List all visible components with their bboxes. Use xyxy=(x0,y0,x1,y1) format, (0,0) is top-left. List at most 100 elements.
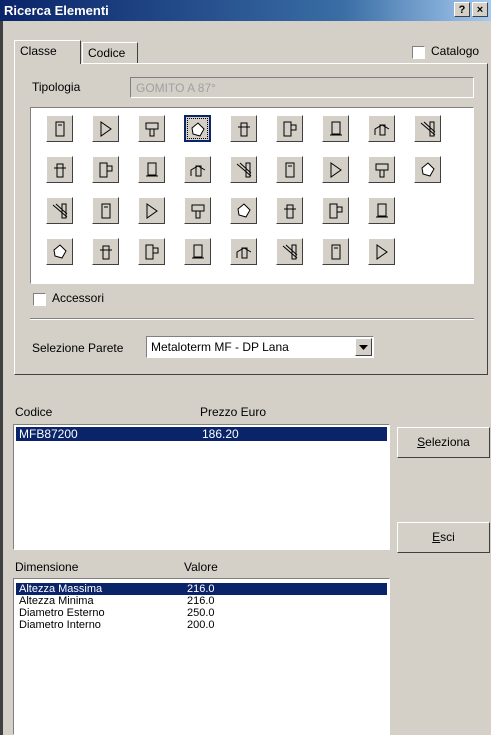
window-title: Ricerca Elementi xyxy=(4,3,109,18)
seleziona-button[interactable]: Seleziona xyxy=(397,427,490,458)
icon-button[interactable] xyxy=(368,238,395,265)
icon-button[interactable] xyxy=(92,115,119,142)
cap-round-icon xyxy=(53,163,66,178)
sensor-element-icon xyxy=(331,244,340,260)
floor-plate-icon xyxy=(101,203,110,219)
codes-listbox[interactable]: MFB87200 186.20 xyxy=(13,424,390,550)
chevron-down-icon xyxy=(359,345,368,350)
access-door-icon xyxy=(375,163,388,178)
icon-button[interactable] xyxy=(46,197,73,224)
icon-button[interactable] xyxy=(414,115,441,142)
table-row[interactable]: MFB87200 186.20 xyxy=(16,427,387,441)
icon-button[interactable] xyxy=(46,156,73,183)
icon-button[interactable] xyxy=(322,197,349,224)
icon-button[interactable] xyxy=(138,156,165,183)
rain-cap-icon xyxy=(283,204,296,219)
selezione-parete-label: Selezione Parete xyxy=(32,341,124,355)
help-icon: ? xyxy=(458,4,466,16)
tipologia-value: GOMITO A 87° xyxy=(136,81,216,95)
icon-button[interactable] xyxy=(322,156,349,183)
tab-classe-label: Classe xyxy=(20,44,57,58)
base-support-icon xyxy=(236,162,251,178)
wall-bracket-icon xyxy=(145,122,158,137)
pipe-straight-icon xyxy=(55,121,64,137)
icon-button[interactable] xyxy=(184,115,211,142)
tipologia-label: Tipologia xyxy=(32,80,81,94)
icon-button[interactable] xyxy=(414,156,441,183)
reducer-icon xyxy=(236,247,251,259)
table-row[interactable]: Altezza Massima 216.0 xyxy=(16,583,387,595)
elbow-87-icon xyxy=(190,122,205,137)
dimensione-cell: Diametro Esterno xyxy=(19,607,105,619)
esci-label: sci xyxy=(440,530,455,544)
elbow-15-icon xyxy=(145,244,158,260)
icon-button[interactable] xyxy=(138,115,165,142)
title-bar: Ricerca Elementi ? × xyxy=(0,0,491,21)
icon-button[interactable] xyxy=(322,115,349,142)
dimensione-cell: Diametro Interno xyxy=(19,619,101,631)
condensate-elbow-icon xyxy=(146,203,158,219)
table-row[interactable]: Diametro Esterno 250.0 xyxy=(16,607,387,619)
drain-cup-icon xyxy=(145,162,158,177)
codice-header: Codice xyxy=(15,405,53,419)
icon-button[interactable] xyxy=(46,238,73,265)
seleziona-label: eleziona xyxy=(425,435,470,449)
selezione-parete-select[interactable]: Metaloterm MF - DP Lana xyxy=(146,336,374,358)
tab-codice[interactable]: Codice xyxy=(82,42,138,64)
icon-button[interactable] xyxy=(368,115,395,142)
esci-mnemonic: E xyxy=(432,530,441,544)
tab-classe[interactable]: Classe xyxy=(14,40,81,64)
catalogo-checkbox[interactable] xyxy=(412,46,425,59)
inspection-element-icon xyxy=(329,121,342,136)
dropdown-button[interactable] xyxy=(355,338,372,356)
dimensione-cell: Altezza Massima xyxy=(19,583,103,595)
valore-header: Valore xyxy=(184,560,218,574)
icon-button[interactable] xyxy=(230,156,257,183)
icon-button[interactable] xyxy=(230,115,257,142)
icon-button[interactable] xyxy=(230,238,257,265)
accessori-checkbox[interactable] xyxy=(33,293,46,306)
pipe-length-icon xyxy=(52,244,67,259)
valore-cell: 216.0 xyxy=(187,595,215,607)
icon-button[interactable] xyxy=(184,156,211,183)
icon-button[interactable] xyxy=(138,238,165,265)
tab-codice-label: Codice xyxy=(88,46,126,60)
table-row[interactable]: Diametro Interno 200.0 xyxy=(16,619,387,631)
icon-button[interactable] xyxy=(92,238,119,265)
round-inspection-icon xyxy=(375,203,388,218)
wall-crossing-icon xyxy=(282,244,297,260)
icon-button[interactable] xyxy=(276,197,303,224)
icon-button[interactable] xyxy=(92,156,119,183)
prezzo-cell: 186.20 xyxy=(202,427,239,441)
close-button[interactable]: × xyxy=(472,2,488,17)
adapter-icon xyxy=(191,244,204,259)
icon-button[interactable] xyxy=(276,115,303,142)
floor-ring-icon xyxy=(329,203,342,219)
icon-button[interactable] xyxy=(322,238,349,265)
icon-button[interactable] xyxy=(276,156,303,183)
tipologia-field: GOMITO A 87° xyxy=(130,77,474,98)
separator xyxy=(30,318,474,320)
icon-button[interactable] xyxy=(368,197,395,224)
icon-button[interactable] xyxy=(276,238,303,265)
help-button[interactable]: ? xyxy=(454,2,470,17)
dims-listbox[interactable]: Altezza Massima 216.0 Altezza Minima 216… xyxy=(13,578,390,735)
pipe-vent-icon xyxy=(99,162,112,178)
icon-button[interactable] xyxy=(46,115,73,142)
icon-button[interactable] xyxy=(230,197,257,224)
elbow-offset-icon xyxy=(285,162,294,178)
table-row[interactable]: Altezza Minima 216.0 xyxy=(16,595,387,607)
close-icon: × xyxy=(476,4,484,16)
wall-anchor-icon xyxy=(420,162,435,177)
seleziona-mnemonic: S xyxy=(417,435,426,449)
prezzo-header: Prezzo Euro xyxy=(200,405,267,419)
cowl-icon xyxy=(191,204,204,219)
esci-button[interactable]: Esci xyxy=(397,522,490,553)
icon-button[interactable] xyxy=(92,197,119,224)
icon-button[interactable] xyxy=(184,197,211,224)
icon-button[interactable] xyxy=(184,238,211,265)
icon-button[interactable] xyxy=(138,197,165,224)
icon-button[interactable] xyxy=(368,156,395,183)
side-inlet-icon xyxy=(236,203,251,218)
catalogo-label: Catalogo xyxy=(431,44,480,58)
